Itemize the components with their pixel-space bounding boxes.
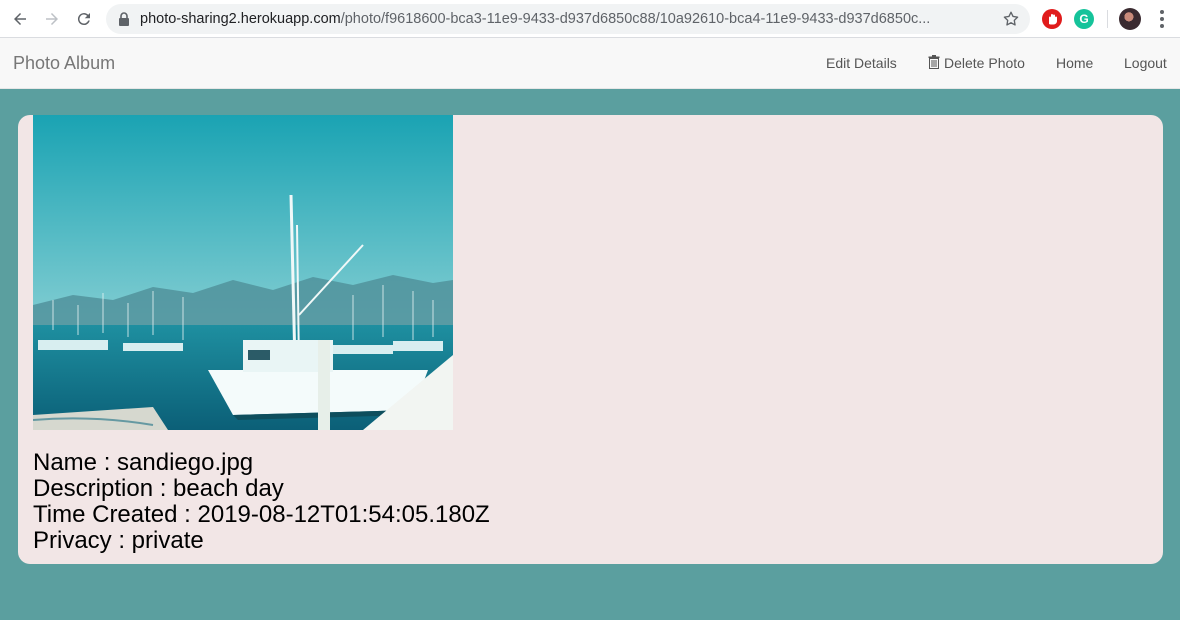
delete-photo-link[interactable]: Delete Photo [928,55,1025,71]
toolbar-divider [1107,10,1108,28]
photo-card: Name : sandiego.jpg Description : beach … [18,115,1163,564]
url-host: photo-sharing2.herokuapp.com [140,11,341,27]
delete-photo-label: Delete Photo [944,55,1025,71]
menu-kebab-icon[interactable] [1152,9,1172,29]
forward-icon[interactable] [40,7,64,31]
profile-avatar[interactable] [1119,8,1141,30]
photo-name: Name : sandiego.jpg [33,449,254,476]
home-link[interactable]: Home [1056,55,1093,71]
lock-icon [119,12,129,26]
grammarly-icon[interactable]: G [1074,9,1094,29]
photo-image [33,115,453,430]
trash-icon [928,55,940,69]
edit-details-link[interactable]: Edit Details [826,55,897,71]
adblock-icon[interactable] [1042,9,1062,29]
photo-privacy: Privacy : private [33,527,204,554]
url-text: photo-sharing2.herokuapp.com/photo/f9618… [140,11,990,27]
bookmark-star-icon[interactable] [1002,10,1020,28]
photo-details: Name : sandiego.jpg Description : beach … [33,450,490,554]
reload-icon[interactable] [72,7,96,31]
app-navbar: Photo Album Edit Details Delete Photo Ho… [0,38,1180,89]
address-bar[interactable]: photo-sharing2.herokuapp.com/photo/f9618… [106,4,1030,34]
photo-time-created: Time Created : 2019-08-12T01:54:05.180Z [33,501,490,528]
back-icon[interactable] [8,7,32,31]
photo-description: Description : beach day [33,475,284,502]
brand-title[interactable]: Photo Album [13,53,115,74]
logout-link[interactable]: Logout [1124,55,1167,71]
browser-toolbar: photo-sharing2.herokuapp.com/photo/f9618… [0,0,1180,38]
url-path: /photo/f9618600-bca3-11e9-9433-d937d6850… [340,11,931,27]
